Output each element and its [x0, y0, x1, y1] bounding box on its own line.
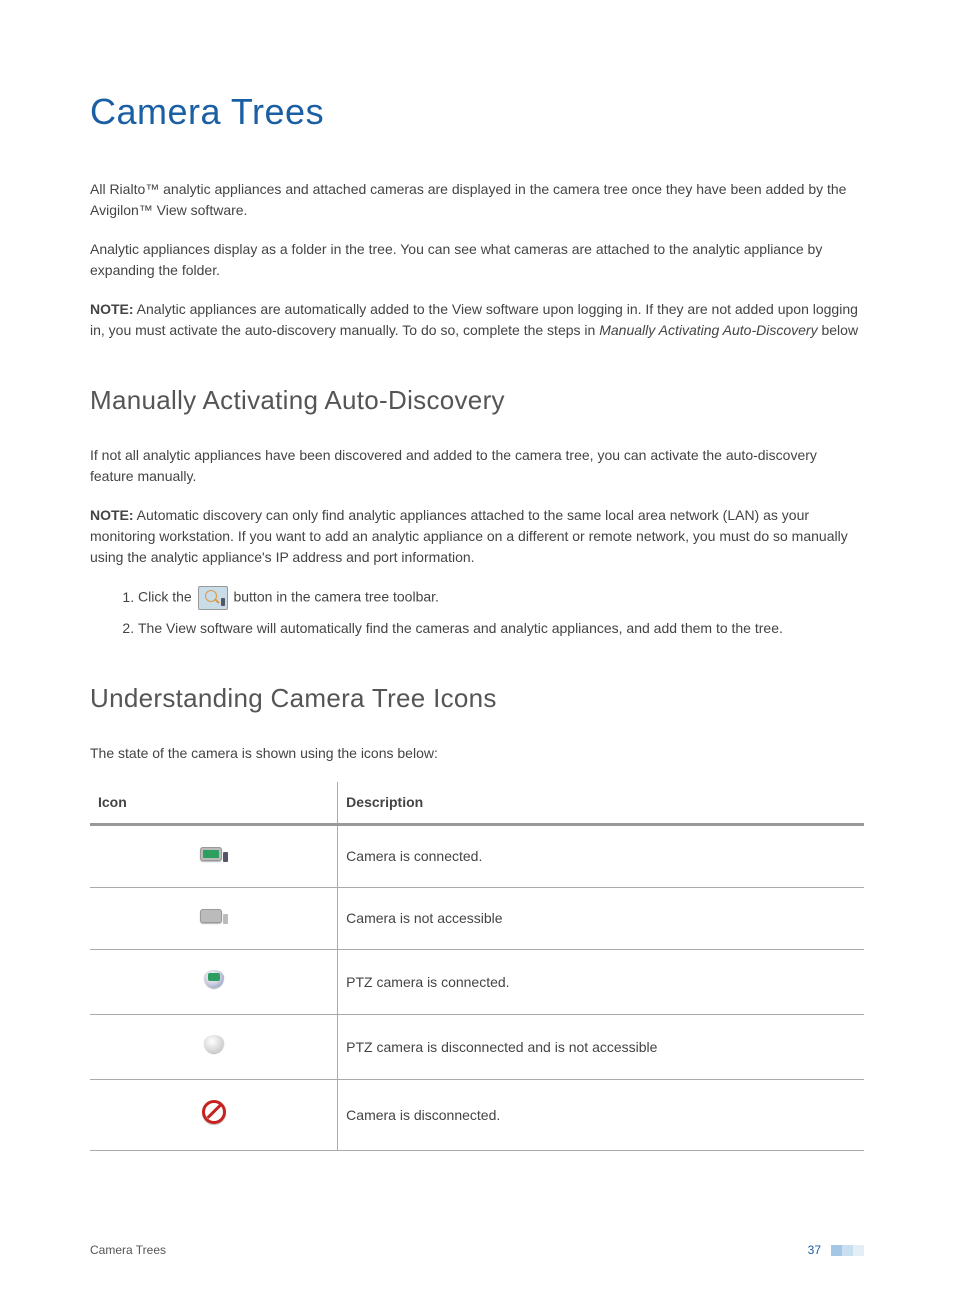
camera-disconnected-icon [202, 1100, 226, 1124]
ptz-connected-icon [204, 970, 224, 988]
table-row: Camera is disconnected. [90, 1080, 864, 1151]
step-text-after: button in the camera tree toolbar. [230, 589, 439, 605]
camera-not-accessible-icon [200, 909, 222, 923]
column-header-icon: Icon [90, 782, 338, 825]
steps-list: Click the button in the camera tree tool… [90, 586, 864, 639]
intro-paragraph-1: All Rialto™ analytic appliances and atta… [90, 179, 864, 221]
icon-description: PTZ camera is disconnected and is not ac… [338, 1015, 864, 1080]
note-label: NOTE: [90, 507, 134, 523]
camera-side-icon [223, 914, 228, 924]
table-row: Camera is not accessible [90, 888, 864, 950]
icon-description: Camera is connected. [338, 825, 864, 888]
note-1: NOTE: Analytic appliances are automatica… [90, 299, 864, 341]
icon-description: PTZ camera is connected. [338, 950, 864, 1015]
page-title: Camera Trees [90, 85, 864, 139]
icon-description: Camera is disconnected. [338, 1080, 864, 1151]
note-2: NOTE: Automatic discovery can only find … [90, 505, 864, 568]
column-header-description: Description [338, 782, 864, 825]
step-1: Click the button in the camera tree tool… [138, 586, 864, 610]
section2-paragraph: The state of the camera is shown using t… [90, 743, 864, 764]
section1-paragraph: If not all analytic appliances have been… [90, 445, 864, 487]
icons-table: Icon Description Camera is connected. Ca… [90, 782, 864, 1151]
intro-paragraph-2: Analytic appliances display as a folder … [90, 239, 864, 281]
footer-section-name: Camera Trees [90, 1241, 166, 1259]
table-row: Camera is connected. [90, 825, 864, 888]
table-row: PTZ camera is connected. [90, 950, 864, 1015]
note-after: below [818, 322, 858, 338]
camera-connected-icon [200, 847, 222, 861]
ptz-disconnected-icon [204, 1035, 224, 1053]
note-text: Automatic discovery can only find analyt… [90, 507, 848, 565]
table-row: PTZ camera is disconnected and is not ac… [90, 1015, 864, 1080]
section-heading-icons: Understanding Camera Tree Icons [90, 679, 864, 718]
camera-side-icon [223, 852, 228, 862]
page-number: 37 [808, 1241, 821, 1259]
note-italic-reference: Manually Activating Auto-Discovery [599, 322, 817, 338]
search-camera-icon [198, 586, 228, 610]
page-footer: Camera Trees 37 [90, 1241, 864, 1259]
section-heading-manual-discovery: Manually Activating Auto-Discovery [90, 381, 864, 420]
step-text-before: Click the [138, 589, 196, 605]
footer-page-number-area: 37 [808, 1241, 864, 1259]
step-2: The View software will automatically fin… [138, 618, 864, 639]
footer-decoration-icon [831, 1245, 864, 1256]
icon-description: Camera is not accessible [338, 888, 864, 950]
note-label: NOTE: [90, 301, 134, 317]
